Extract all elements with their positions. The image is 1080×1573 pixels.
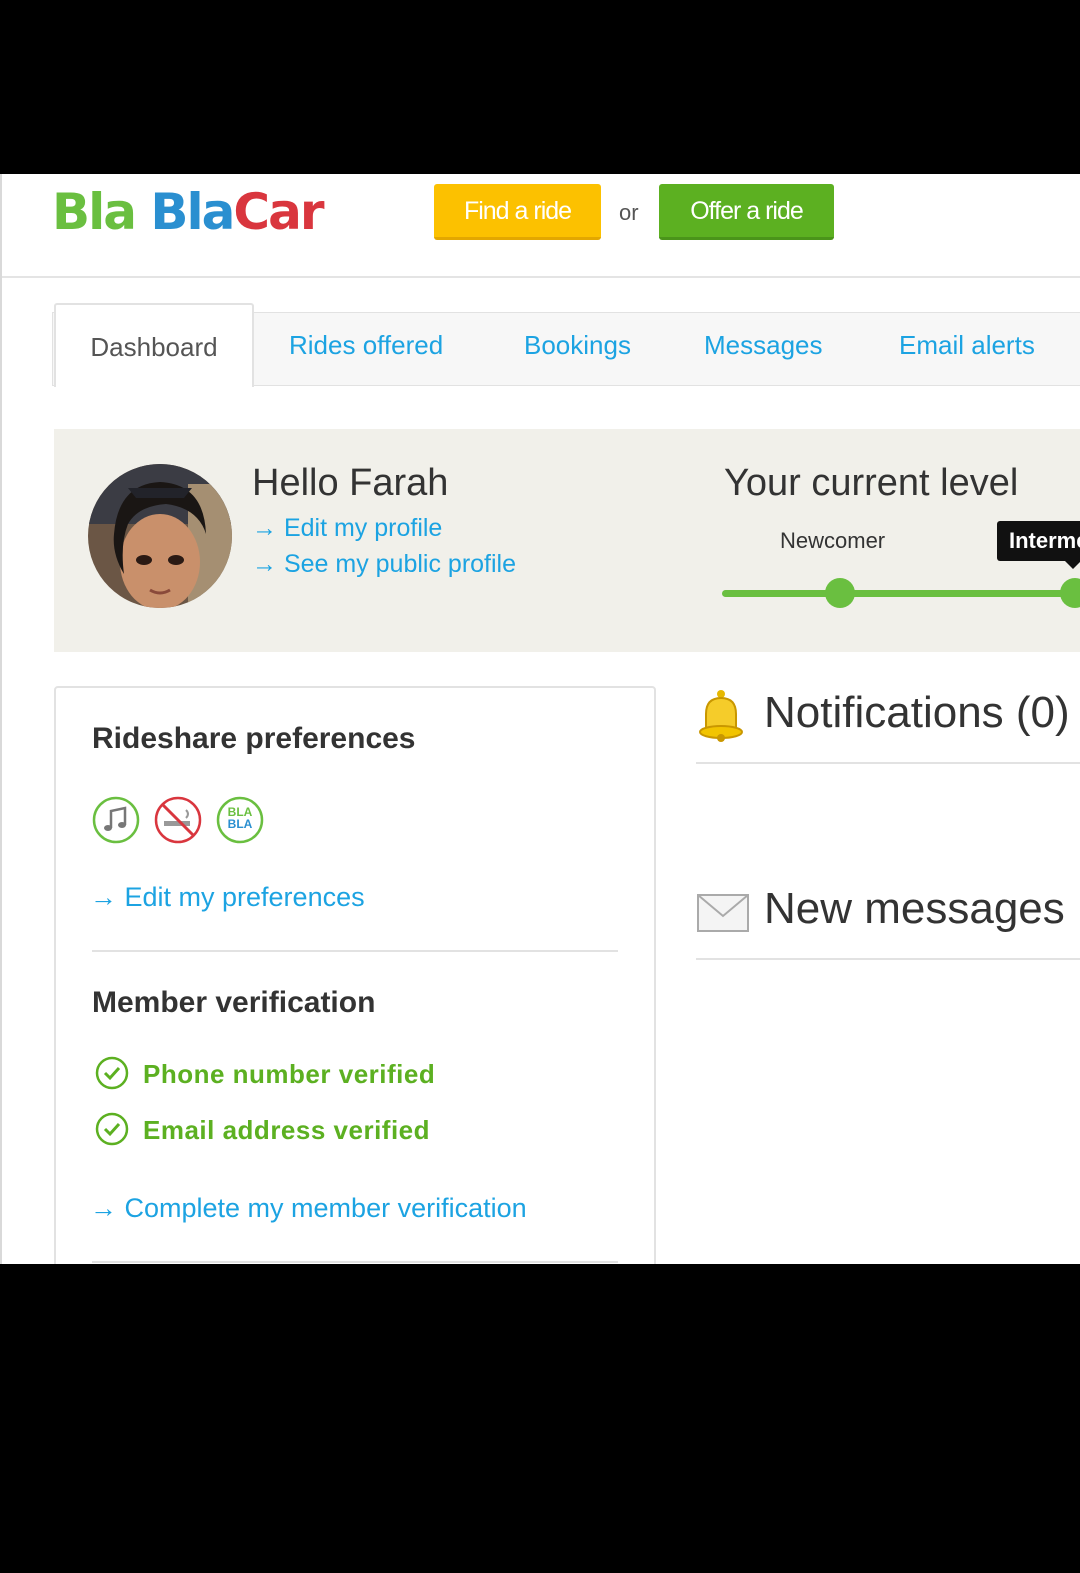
- greeting: Hello Farah: [252, 462, 449, 504]
- check-icon: [95, 1112, 129, 1146]
- phone-verified: Phone number verified: [143, 1059, 436, 1089]
- card-divider: [92, 950, 618, 952]
- messages-divider: [696, 958, 1080, 960]
- notifications-divider: [696, 762, 1080, 764]
- tab-email-alerts[interactable]: Email alerts: [899, 303, 1035, 387]
- header-divider: [2, 276, 1080, 278]
- blabla-icon: BLA BLA: [216, 796, 264, 844]
- public-profile-link[interactable]: → See my public profile: [252, 550, 516, 579]
- bell-icon: [698, 688, 744, 749]
- preferences-card: [54, 686, 656, 1264]
- badge-pointer: [1065, 561, 1080, 569]
- envelope-icon: [697, 894, 749, 937]
- complete-verification-link[interactable]: → Complete my member verification: [90, 1193, 527, 1224]
- dashboard-page: Bla BlaCar Find a ride or Offer a ride D…: [0, 174, 1080, 1264]
- new-messages-title: New messages: [764, 884, 1065, 933]
- tab-dashboard[interactable]: Dashboard: [54, 303, 254, 387]
- level-progress-track: [722, 590, 1080, 597]
- find-ride-button[interactable]: Find a ride: [434, 184, 601, 240]
- verification-title: Member verification: [92, 986, 376, 1019]
- current-level-badge: Interme: [997, 521, 1080, 561]
- edit-preferences-link[interactable]: → Edit my preferences: [90, 882, 365, 913]
- music-icon: [92, 796, 140, 844]
- card-divider: [92, 1261, 618, 1263]
- tab-messages[interactable]: Messages: [704, 303, 823, 387]
- email-verified: Email address verified: [143, 1115, 431, 1145]
- preferences-title: Rideshare preferences: [92, 722, 416, 755]
- level-newcomer-label: Newcomer: [780, 528, 886, 553]
- tab-bookings[interactable]: Bookings: [524, 303, 631, 387]
- blablacar-logo[interactable]: Bla BlaCar: [52, 182, 325, 242]
- level-title: Your current level: [724, 462, 1019, 504]
- check-icon: [95, 1056, 129, 1090]
- or-label: or: [619, 200, 639, 225]
- offer-ride-button[interactable]: Offer a ride: [659, 184, 834, 240]
- edit-profile-link[interactable]: → Edit my profile: [252, 514, 442, 543]
- no-smoking-icon: [154, 796, 202, 844]
- level-dot-newcomer: [825, 578, 855, 608]
- notifications-title: Notifications (0): [764, 688, 1070, 737]
- tab-rides-offered[interactable]: Rides offered: [289, 303, 443, 387]
- avatar[interactable]: [88, 464, 232, 608]
